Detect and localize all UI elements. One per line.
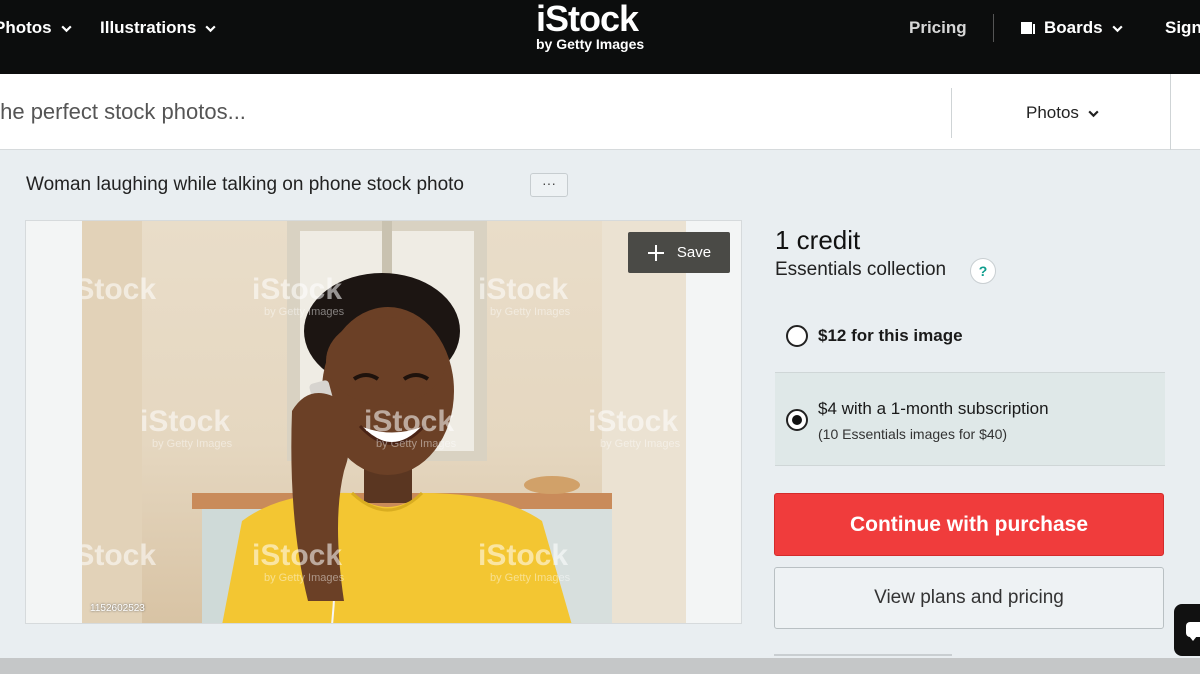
save-label: Save (676, 244, 712, 261)
watermark-text: iStock (252, 273, 342, 306)
watermark-subtext: by Getty Images (264, 572, 345, 584)
radio-single-image[interactable] (786, 325, 808, 347)
more-options-button[interactable]: ··· (530, 173, 568, 197)
watermark-text: iStock (140, 405, 230, 438)
watermark-text: iStock (82, 539, 156, 572)
stock-photo-illustration: iStock iStock iStock iStock iStock iStoc… (82, 221, 686, 623)
watermark-text: iStock (364, 405, 454, 438)
chat-bubble-icon (1186, 622, 1200, 641)
chevron-down-icon (205, 25, 216, 32)
plus-icon (647, 244, 664, 261)
logo-wordmark: iStock (536, 0, 639, 39)
nav-signin-link[interactable]: Sign (1165, 18, 1200, 38)
media-type-select[interactable]: Photos (1026, 103, 1100, 123)
chevron-down-icon (1111, 25, 1123, 32)
watermark-subtext: by Getty Images (490, 306, 571, 318)
watermark-text: iStock (478, 539, 568, 572)
chevron-down-icon (1088, 110, 1099, 117)
image-preview-frame: iStock iStock iStock iStock iStock iStoc… (25, 220, 742, 624)
search-input[interactable] (0, 94, 924, 130)
watermark-subtext: by Getty Images (376, 438, 457, 450)
help-icon[interactable]: ? (970, 258, 996, 284)
watermark-subtext: by Getty Images (600, 438, 681, 450)
nav-boards-menu[interactable]: Boards (1020, 18, 1124, 38)
radio-subscription[interactable] (786, 409, 808, 431)
watermark-text: iStock (588, 405, 678, 438)
credit-price: 1 credit (775, 225, 861, 255)
nav-illustrations-label: Illustrations (100, 18, 197, 37)
search-divider-right (1170, 74, 1171, 150)
option-subscription-detail: (10 Essentials images for $40) (818, 426, 1008, 442)
watermark-subtext: by Getty Images (264, 306, 345, 318)
image-id-label: 1152602523 (90, 603, 145, 614)
watermark-text: iStock (82, 273, 156, 306)
boards-icon (1021, 22, 1035, 34)
collection-name: Essentials collection (775, 259, 947, 280)
option-single-label: $12 for this image (818, 326, 963, 345)
price-option-single[interactable]: $12 for this image (775, 305, 1165, 367)
page-title: Woman laughing while talking on phone st… (26, 174, 464, 195)
chevron-down-icon (61, 25, 72, 32)
istock-logo[interactable]: iStock by Getty Images (536, 0, 676, 60)
stock-photo[interactable]: iStock iStock iStock iStock iStock iStoc… (82, 221, 686, 623)
divider-line (774, 654, 952, 656)
nav-pricing-link[interactable]: Pricing (909, 18, 967, 38)
continue-purchase-button[interactable]: Continue with purchase (774, 493, 1164, 556)
watermark-text: iStock (252, 539, 342, 572)
watermark-text: iStock (478, 273, 568, 306)
horizontal-scrollbar[interactable] (0, 658, 1200, 674)
nav-boards-label: Boards (1044, 18, 1103, 37)
price-option-subscription[interactable]: $4 with a 1-month subscription (10 Essen… (775, 372, 1165, 466)
search-bar: Photos (0, 74, 1200, 150)
view-plans-button[interactable]: View plans and pricing (774, 567, 1164, 629)
watermark-subtext: by Getty Images (152, 438, 233, 450)
chat-button[interactable] (1174, 604, 1200, 656)
nav-divider (993, 14, 994, 42)
option-subscription-label: $4 with a 1-month subscription (818, 399, 1049, 418)
media-type-label: Photos (1026, 103, 1079, 122)
top-navigation: Photos Illustrations iStock by Getty Ima… (0, 0, 1200, 74)
nav-photos-label: Photos (0, 18, 52, 37)
watermark-subtext: by Getty Images (490, 572, 571, 584)
save-to-board-button[interactable]: Save (628, 232, 730, 273)
search-divider (951, 88, 952, 138)
nav-illustrations-menu[interactable]: Illustrations (100, 18, 217, 38)
logo-tagline: by Getty Images (536, 36, 645, 52)
nav-photos-menu[interactable]: Photos (0, 18, 73, 38)
